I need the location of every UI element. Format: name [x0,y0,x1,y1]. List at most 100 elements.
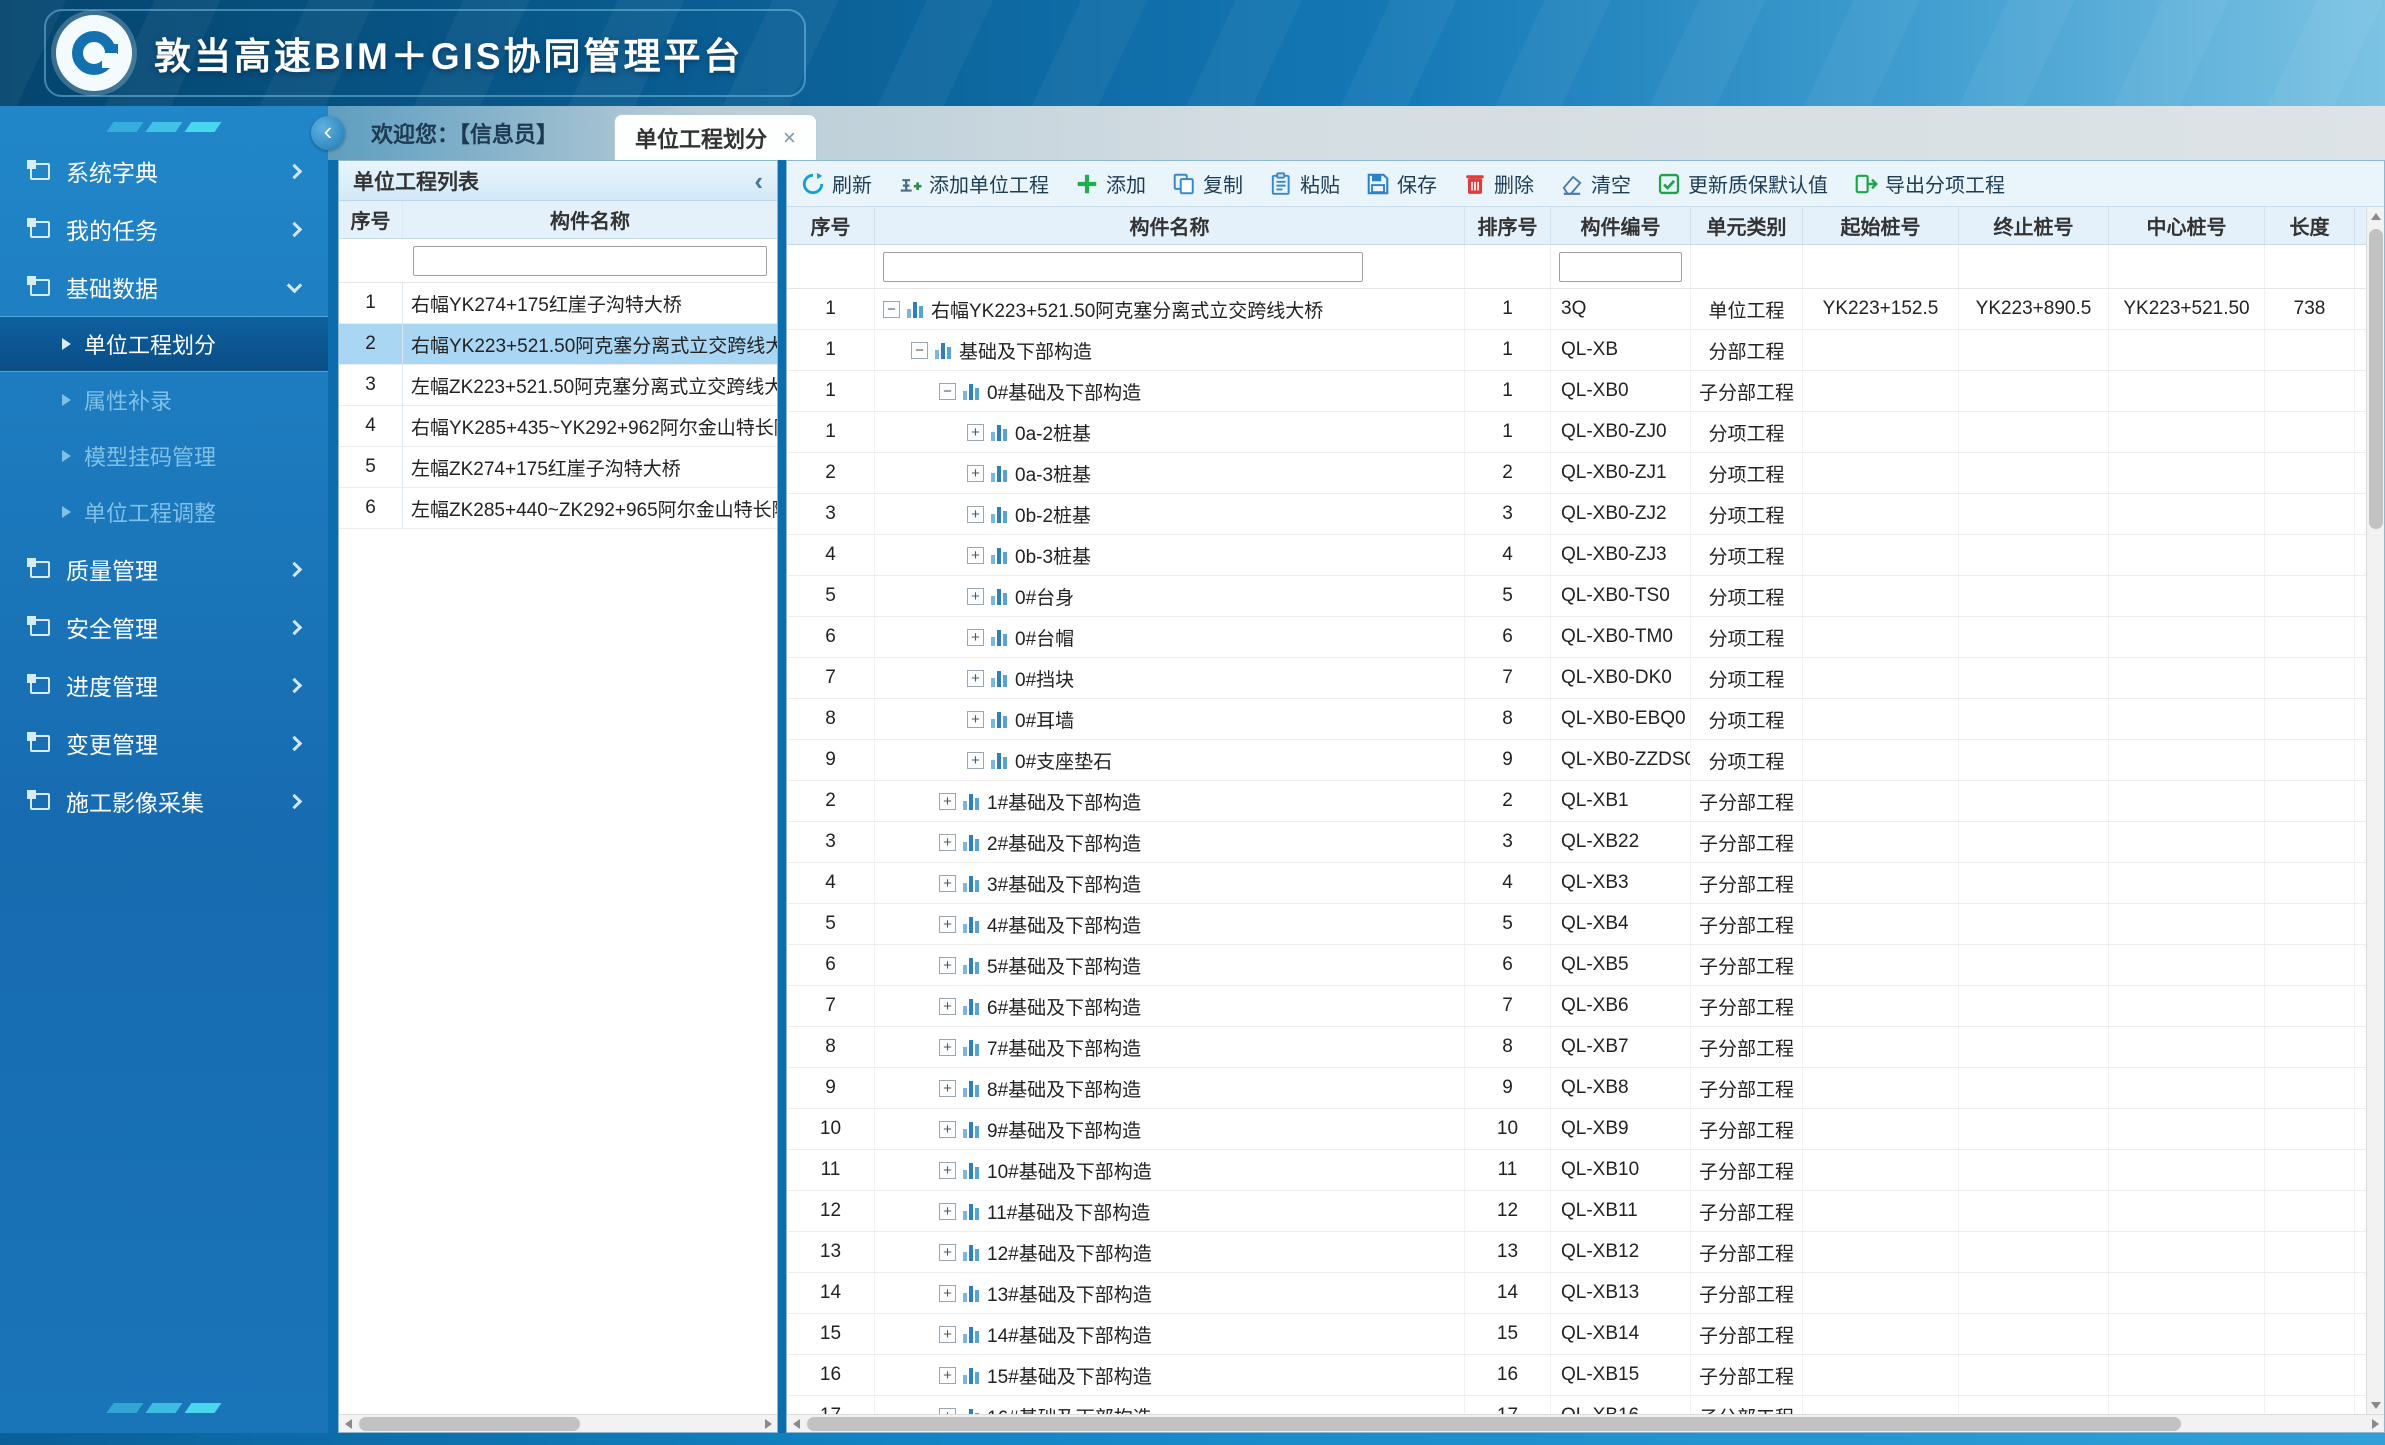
table-row[interactable]: 13+12#基础及下部构造13QL-XB12子分部工程 [787,1232,2366,1273]
table-row[interactable]: 4+0b-3桩基4QL-XB0-ZJ3分项工程 [787,535,2366,576]
unit-name-filter-input[interactable] [413,246,767,276]
expand-toggle-icon[interactable]: + [939,916,956,933]
tab-close-icon[interactable]: × [783,125,796,151]
table-row[interactable]: 8+7#基础及下部构造8QL-XB7子分部工程 [787,1027,2366,1068]
unit-list-row[interactable]: 4 右幅YK285+435~YK292+962阿尔金山特长隧道 [339,406,777,447]
sidebar-collapse-button[interactable]: ‹ [311,116,345,150]
table-row[interactable]: 9+0#支座垫石9QL-XB0-ZZDS0分项工程 [787,740,2366,781]
column-header-no[interactable]: 序号 [339,201,403,238]
unit-list-row[interactable]: 3 左幅ZK223+521.50阿克塞分离式立交跨线大桥 [339,365,777,406]
grid-column-header-4[interactable]: 单元类别 [1691,207,1803,244]
unit-list-row[interactable]: 2 右幅YK223+521.50阿克塞分离式立交跨线大桥 [339,324,777,365]
grid-column-header-8[interactable]: 长度 [2265,207,2355,244]
expand-toggle-icon[interactable]: + [939,834,956,851]
table-row[interactable]: 1+0a-2桩基1QL-XB0-ZJ0分项工程 [787,412,2366,453]
expand-toggle-icon[interactable]: + [939,1039,956,1056]
horizontal-scrollbar[interactable] [787,1414,2384,1432]
scroll-right-icon[interactable] [2366,1415,2384,1433]
table-row[interactable]: 3+0b-2桩基3QL-XB0-ZJ2分项工程 [787,494,2366,535]
expand-toggle-icon[interactable]: + [939,1203,956,1220]
sidebar-item-0[interactable]: 系统字典 [0,142,328,200]
name-filter-input[interactable] [883,252,1363,282]
grid-column-header-9[interactable]: 实测项目 [2355,207,2366,244]
code-filter-input[interactable] [1559,252,1682,282]
table-row[interactable]: 5+0#台身5QL-XB0-TS0分项工程 [787,576,2366,617]
scrollbar-track[interactable] [805,1415,2366,1432]
sidebar-item-7[interactable]: 施工影像采集 [0,772,328,830]
toolbar-clear-button[interactable]: 清空 [1560,169,1631,198]
expand-toggle-icon[interactable]: + [939,998,956,1015]
table-row[interactable]: 2+0a-3桩基2QL-XB0-ZJ1分项工程 [787,453,2366,494]
table-row[interactable]: 6+5#基础及下部构造6QL-XB5子分部工程 [787,945,2366,986]
toolbar-save-button[interactable]: 保存 [1366,169,1437,198]
grid-column-header-0[interactable]: 序号 [787,207,875,244]
scroll-down-icon[interactable] [2367,1396,2385,1414]
unit-list-row[interactable]: 1 右幅YK274+175红崖子沟特大桥 [339,283,777,324]
expand-toggle-icon[interactable]: + [939,1285,956,1302]
sidebar-subitem-2-1[interactable]: 属性补录 [0,372,328,428]
expand-toggle-icon[interactable]: + [967,629,984,646]
expand-toggle-icon[interactable]: + [939,1121,956,1138]
scrollbar-thumb[interactable] [807,1417,2181,1431]
sidebar-subitem-2-3[interactable]: 单位工程调整 [0,484,328,540]
expand-toggle-icon[interactable]: + [939,1326,956,1343]
scroll-left-icon[interactable] [339,1415,357,1433]
table-row[interactable]: 7+0#挡块7QL-XB0-DK0分项工程 [787,658,2366,699]
toolbar-copy-button[interactable]: 复制 [1172,169,1243,198]
table-row[interactable]: 17+16#基础及下部构造17QL-XB16子分部工程 [787,1396,2366,1414]
toolbar-refresh-button[interactable]: 刷新 [801,169,872,198]
table-row[interactable]: 1−基础及下部构造1QL-XB分部工程 [787,330,2366,371]
expand-toggle-icon[interactable]: + [939,1162,956,1179]
table-row[interactable]: 4+3#基础及下部构造4QL-XB3子分部工程 [787,863,2366,904]
sidebar-item-3[interactable]: 质量管理 [0,540,328,598]
table-row[interactable]: 9+8#基础及下部构造9QL-XB8子分部工程 [787,1068,2366,1109]
expand-toggle-icon[interactable]: + [967,588,984,605]
expand-toggle-icon[interactable]: + [939,875,956,892]
table-row[interactable]: 1−0#基础及下部构造1QL-XB0子分部工程 [787,371,2366,412]
expand-toggle-icon[interactable]: + [967,711,984,728]
table-row[interactable]: 12+11#基础及下部构造12QL-XB11子分部工程 [787,1191,2366,1232]
sidebar-item-4[interactable]: 安全管理 [0,598,328,656]
table-row[interactable]: 11+10#基础及下部构造11QL-XB10子分部工程 [787,1150,2366,1191]
table-row[interactable]: 14+13#基础及下部构造14QL-XB13子分部工程 [787,1273,2366,1314]
table-row[interactable]: 16+15#基础及下部构造16QL-XB15子分部工程 [787,1355,2366,1396]
collapse-toggle-icon[interactable]: − [939,383,956,400]
grid-column-header-2[interactable]: 排序号 [1465,207,1551,244]
column-header-name[interactable]: 构件名称 [403,201,777,238]
toolbar-add-unit-button[interactable]: 添加单位工程 [898,169,1049,198]
grid-column-header-3[interactable]: 构件编号 [1551,207,1691,244]
toolbar-paste-button[interactable]: 粘贴 [1269,169,1340,198]
table-row[interactable]: 15+14#基础及下部构造15QL-XB14子分部工程 [787,1314,2366,1355]
expand-toggle-icon[interactable]: + [939,1367,956,1384]
grid-column-header-1[interactable]: 构件名称 [875,207,1465,244]
table-row[interactable]: 6+0#台帽6QL-XB0-TM0分项工程 [787,617,2366,658]
sidebar-item-5[interactable]: 进度管理 [0,656,328,714]
toolbar-add-button[interactable]: 添加 [1075,169,1146,198]
grid-column-header-7[interactable]: 中心桩号 [2109,207,2265,244]
expand-toggle-icon[interactable]: + [967,547,984,564]
scrollbar-thumb[interactable] [2369,229,2383,529]
grid-column-header-5[interactable]: 起始桩号 [1803,207,1959,244]
grid-column-header-6[interactable]: 终止桩号 [1959,207,2109,244]
scrollbar-track[interactable] [357,1415,759,1432]
horizontal-scrollbar[interactable] [339,1414,777,1432]
scroll-left-icon[interactable] [787,1415,805,1433]
expand-toggle-icon[interactable]: + [939,1244,956,1261]
scroll-up-icon[interactable] [2367,207,2385,225]
toolbar-delete-button[interactable]: 删除 [1463,169,1534,198]
expand-toggle-icon[interactable]: + [939,957,956,974]
table-row[interactable]: 3+2#基础及下部构造3QL-XB22子分部工程 [787,822,2366,863]
expand-toggle-icon[interactable]: + [967,670,984,687]
table-row[interactable]: 1−右幅YK223+521.50阿克塞分离式立交跨线大桥13Q单位工程YK223… [787,289,2366,330]
table-row[interactable]: 7+6#基础及下部构造7QL-XB6子分部工程 [787,986,2366,1027]
sidebar-item-2[interactable]: 基础数据 [0,258,328,316]
tab-unit-division[interactable]: 单位工程划分 × [614,114,817,160]
expand-toggle-icon[interactable]: + [939,1080,956,1097]
collapse-toggle-icon[interactable]: − [883,301,900,318]
expand-toggle-icon[interactable]: + [967,752,984,769]
sidebar-subitem-2-2[interactable]: 模型挂码管理 [0,428,328,484]
expand-toggle-icon[interactable]: + [967,465,984,482]
expand-toggle-icon[interactable]: + [939,793,956,810]
expand-toggle-icon[interactable]: + [967,424,984,441]
scroll-right-icon[interactable] [759,1415,777,1433]
